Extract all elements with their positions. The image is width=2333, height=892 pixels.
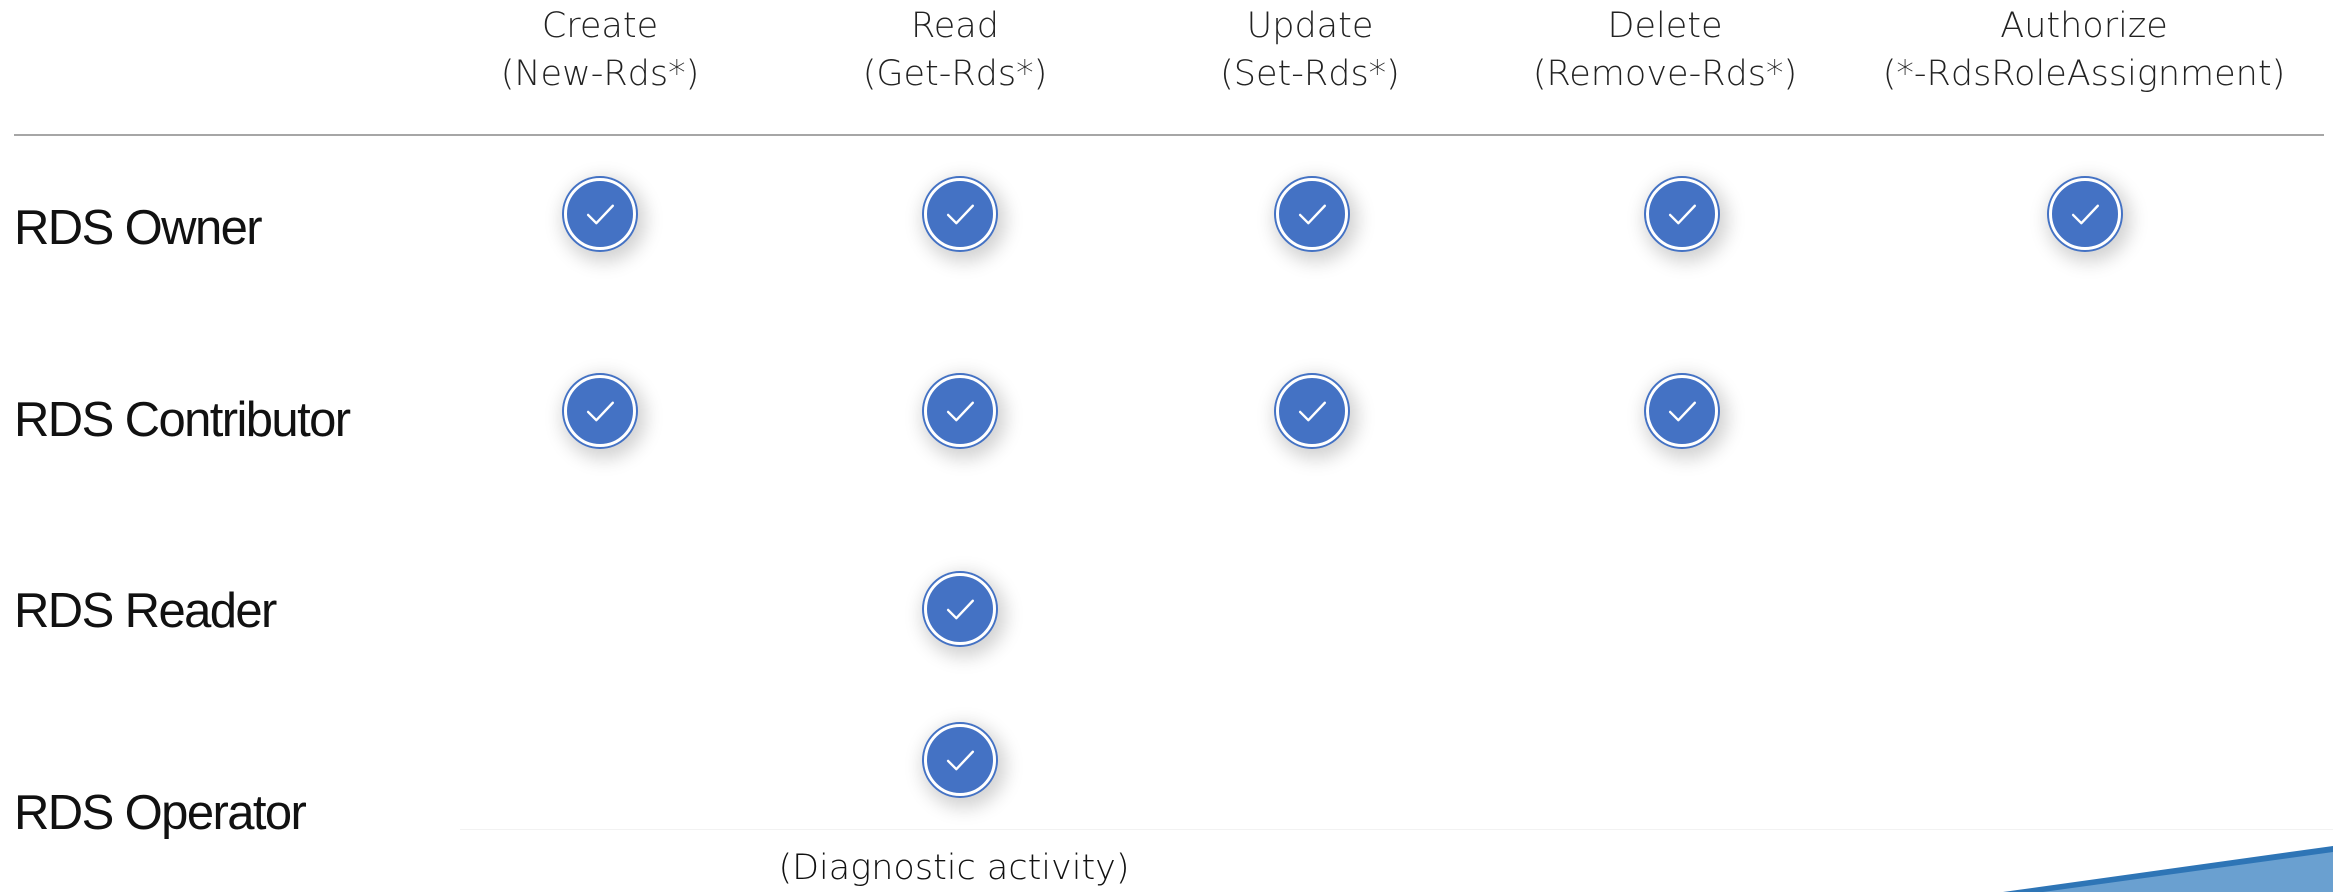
column-subtitle: (Remove-Rds*) — [1532, 54, 1798, 94]
column-subtitle: (*-RdsRoleAssignment) — [1882, 54, 2286, 94]
check-circle-icon — [1646, 178, 1718, 250]
check-circle-icon — [924, 573, 996, 645]
column-title: Delete — [1607, 6, 1723, 46]
footer-divider — [460, 829, 2333, 830]
row-label-contributor: RDS Contributor — [14, 393, 351, 447]
row-label-operator: RDS Operator — [14, 786, 307, 840]
column-header-authorize: Authorize (*-RdsRoleAssignment) — [1874, 2, 2294, 98]
row-label-reader: RDS Reader — [14, 584, 277, 638]
check-circle-icon — [924, 178, 996, 250]
row-label-owner: RDS Owner — [14, 201, 263, 255]
check-circle-icon — [1276, 375, 1348, 447]
corner-accent-shape — [2003, 846, 2333, 892]
check-circle-icon — [2049, 178, 2121, 250]
check-circle-icon — [1646, 375, 1718, 447]
check-circle-icon — [564, 178, 636, 250]
check-circle-icon — [1276, 178, 1348, 250]
column-title: Authorize — [2000, 6, 2168, 46]
column-header-delete: Delete (Remove-Rds*) — [1455, 2, 1875, 98]
check-circle-icon — [924, 724, 996, 796]
check-circle-icon — [564, 375, 636, 447]
operator-note: (Diagnostic activity) — [778, 848, 1130, 888]
check-circle-icon — [924, 375, 996, 447]
header-divider — [14, 134, 2324, 136]
